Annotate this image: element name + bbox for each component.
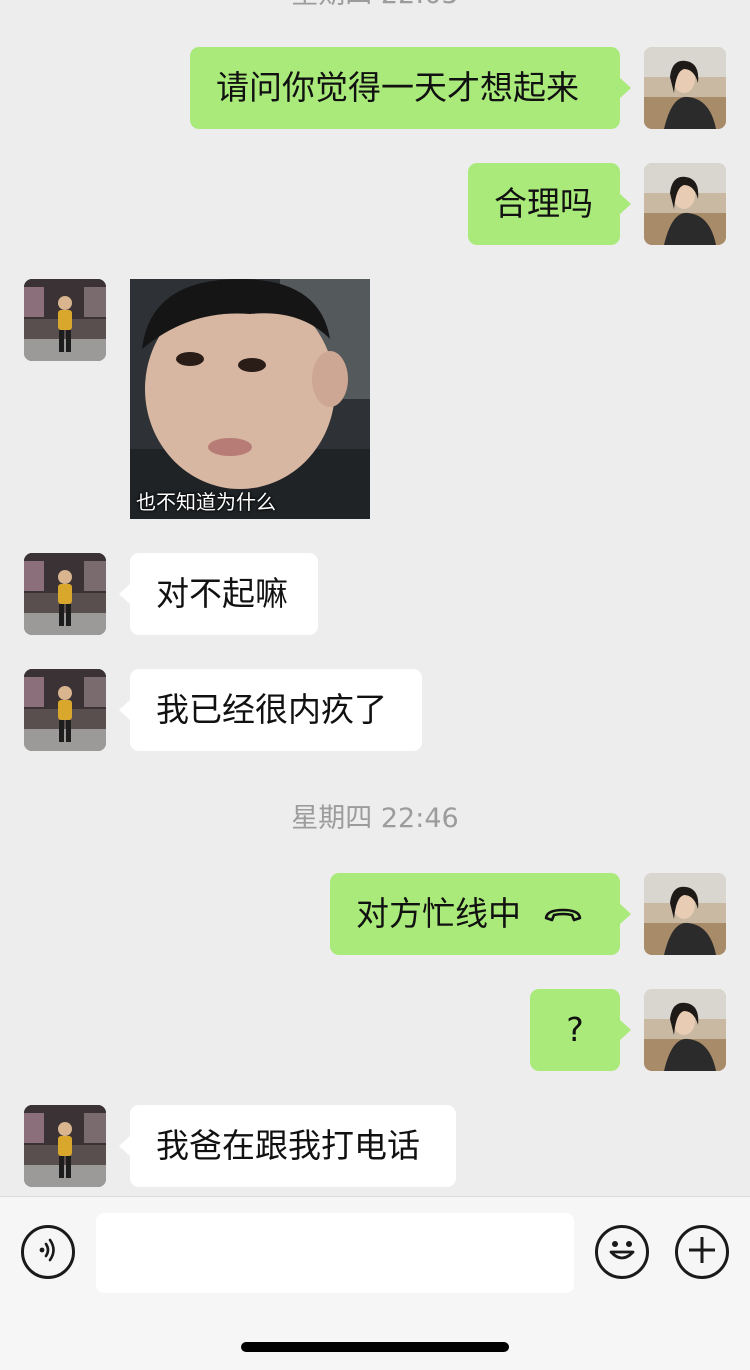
sticker-child-face-image <box>130 279 370 519</box>
message-bubble-me[interactable]: 请问你觉得一天才想起来 <box>190 47 631 129</box>
my-avatar[interactable] <box>644 47 726 129</box>
contact-avatar[interactable] <box>24 1105 106 1187</box>
message-bubble-me[interactable]: ? <box>530 989 631 1071</box>
timestamp: 星期四 22:46 <box>291 803 459 834</box>
emoji-icon <box>602 1230 642 1274</box>
phone-hangup-icon <box>543 872 583 954</box>
message-bubble-them[interactable]: 我爸在跟我打电话 <box>119 1105 456 1187</box>
home-indicator[interactable] <box>241 1342 509 1352</box>
message-bubble-them[interactable]: 我已经很内疚了 <box>119 669 422 751</box>
plus-button[interactable] <box>675 1225 729 1279</box>
chat-message-list[interactable]: 星期四 22:05 请问你觉得一天才想起来 合理吗 <box>0 0 750 1196</box>
voice-button[interactable] <box>21 1225 75 1279</box>
message-bubble-me[interactable]: 合理吗 <box>468 163 631 245</box>
timestamp-top: 星期四 22:05 <box>0 0 750 12</box>
message-input[interactable] <box>96 1213 574 1293</box>
sticker-caption: 也不知道为什么 <box>136 490 276 514</box>
my-avatar[interactable] <box>644 873 726 955</box>
voice-icon <box>33 1235 63 1269</box>
call-record-bubble[interactable]: 对方忙线中 <box>330 872 631 955</box>
call-status-text: 对方忙线中 <box>356 894 521 933</box>
emoji-button[interactable] <box>595 1225 649 1279</box>
my-avatar[interactable] <box>644 163 726 245</box>
contact-avatar[interactable] <box>24 553 106 635</box>
plus-icon <box>685 1233 719 1271</box>
my-avatar[interactable] <box>644 989 726 1071</box>
sticker-image[interactable]: 也不知道为什么 <box>130 279 370 519</box>
contact-avatar[interactable] <box>24 279 106 361</box>
message-bubble-them[interactable]: 对不起嘛 <box>119 553 318 635</box>
contact-avatar[interactable] <box>24 669 106 751</box>
